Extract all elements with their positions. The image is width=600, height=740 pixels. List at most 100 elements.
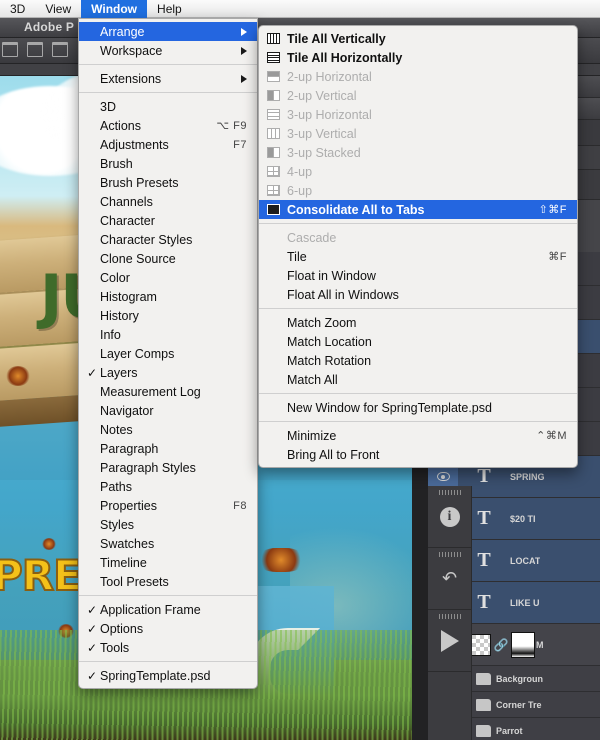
info-tool[interactable]: i xyxy=(428,486,471,548)
menu-item-history[interactable]: History xyxy=(79,306,257,325)
menu-item-label: Consolidate All to Tabs xyxy=(287,202,425,217)
menu-item-extensions[interactable]: Extensions xyxy=(79,69,257,88)
align-center-icon[interactable] xyxy=(27,42,43,57)
menu-item-label: Paragraph Styles xyxy=(100,460,196,475)
timeline-play-tool[interactable] xyxy=(428,610,471,672)
menu-item-spring-template[interactable]: ✓ SpringTemplate.psd xyxy=(79,666,257,685)
menu-item-label: Character xyxy=(100,213,155,228)
tile-vertical-icon xyxy=(267,33,280,44)
menu-item-label: Channels xyxy=(100,194,153,209)
menu-item-label: Match All xyxy=(287,372,338,387)
history-tool[interactable]: ↶ xyxy=(428,548,471,610)
menu-item-2up-horizontal[interactable]: 2-up Horizontal xyxy=(259,67,577,86)
menu-item-layers[interactable]: ✓ Layers xyxy=(79,363,257,382)
menu-item-match-location[interactable]: Match Location xyxy=(259,332,577,351)
menu-item-cascade[interactable]: Cascade xyxy=(259,228,577,247)
menu-item-tool-presets[interactable]: Tool Presets xyxy=(79,572,257,591)
menu-item-label: Extensions xyxy=(100,71,162,86)
menu-item-histogram[interactable]: Histogram xyxy=(79,287,257,306)
menu-item-label: Cascade xyxy=(287,230,337,245)
menu-item-float-all-in-windows[interactable]: Float All in Windows xyxy=(259,285,577,304)
menu-item-tools[interactable]: ✓ Tools xyxy=(79,638,257,657)
menu-item-label: Tools xyxy=(100,640,130,655)
menu-item-6up[interactable]: 6-up xyxy=(259,181,577,200)
menu-item-label: Tile xyxy=(287,249,307,264)
menu-item-3up-stacked[interactable]: 3-up Stacked xyxy=(259,143,577,162)
icon-slot xyxy=(267,449,280,460)
menu-item-label: Float in Window xyxy=(287,268,376,283)
menu-item-match-all[interactable]: Match All xyxy=(259,370,577,389)
menu-item-tile[interactable]: Tile ⌘F xyxy=(259,247,577,266)
menu-item-minimize[interactable]: Minimize ⌃⌘M xyxy=(259,426,577,445)
menu-item-options[interactable]: ✓ Options xyxy=(79,619,257,638)
menu-item-label: Color xyxy=(100,270,130,285)
menu-item-clone-source[interactable]: Clone Source xyxy=(79,249,257,268)
menu-item-paths[interactable]: Paths xyxy=(79,477,257,496)
menu-item-layer-comps[interactable]: Layer Comps xyxy=(79,344,257,363)
menu-item-3up-horizontal[interactable]: 3-up Horizontal xyxy=(259,105,577,124)
checkmark-icon: ✓ xyxy=(87,668,98,683)
menu-item-tile-all-horizontally[interactable]: Tile All Horizontally xyxy=(259,48,577,67)
menu-item-workspace[interactable]: Workspace xyxy=(79,41,257,60)
menubar-item-window[interactable]: Window xyxy=(81,0,148,18)
menu-item-application-frame[interactable]: ✓ Application Frame xyxy=(79,600,257,619)
menu-item-float-in-window[interactable]: Float in Window xyxy=(259,266,577,285)
menu-item-label: Notes xyxy=(100,422,133,437)
icon-slot xyxy=(267,317,280,328)
drag-grip-icon[interactable] xyxy=(438,552,461,557)
drag-grip-icon[interactable] xyxy=(438,490,461,495)
menu-item-properties[interactable]: Properties F8 xyxy=(79,496,257,515)
layer-name: Backgroun xyxy=(496,673,544,684)
menu-item-label: Options xyxy=(100,621,144,636)
menu-item-label: Measurement Log xyxy=(100,384,201,399)
icon-slot xyxy=(267,336,280,347)
menu-item-shortcut: ⇧⌘F xyxy=(538,204,567,216)
menu-item-2up-vertical[interactable]: 2-up Vertical xyxy=(259,86,577,105)
menu-item-label: History xyxy=(100,308,139,323)
checkmark-icon: ✓ xyxy=(87,365,98,380)
menu-item-paragraph-styles[interactable]: Paragraph Styles xyxy=(79,458,257,477)
four-up-icon xyxy=(267,166,280,177)
menu-item-tile-all-vertically[interactable]: Tile All Vertically xyxy=(259,29,577,48)
menu-item-character[interactable]: Character xyxy=(79,211,257,230)
menu-item-bring-all-to-front[interactable]: Bring All to Front xyxy=(259,445,577,464)
layer-name: SPRING xyxy=(510,471,545,482)
menu-item-match-rotation[interactable]: Match Rotation xyxy=(259,351,577,370)
window-menu: Arrange Workspace Extensions 3D Actions … xyxy=(78,18,258,689)
menu-item-brush[interactable]: Brush xyxy=(79,154,257,173)
menu-item-character-styles[interactable]: Character Styles xyxy=(79,230,257,249)
menubar-item-3d[interactable]: 3D xyxy=(0,0,35,18)
menu-item-new-window[interactable]: New Window for SpringTemplate.psd xyxy=(259,398,577,417)
icon-slot xyxy=(267,251,280,262)
menubar-item-help[interactable]: Help xyxy=(147,0,192,18)
menu-item-3d[interactable]: 3D xyxy=(79,97,257,116)
menu-item-match-zoom[interactable]: Match Zoom xyxy=(259,313,577,332)
two-up-vertical-icon xyxy=(267,90,280,101)
link-icon[interactable]: 🔗 xyxy=(494,638,509,652)
menu-item-navigator[interactable]: Navigator xyxy=(79,401,257,420)
menu-item-3up-vertical[interactable]: 3-up Vertical xyxy=(259,124,577,143)
menu-item-swatches[interactable]: Swatches xyxy=(79,534,257,553)
menu-item-info[interactable]: Info xyxy=(79,325,257,344)
menu-item-actions[interactable]: Actions ⌥ F9 xyxy=(79,116,257,135)
menu-item-styles[interactable]: Styles xyxy=(79,515,257,534)
align-right-icon[interactable] xyxy=(52,42,68,57)
drag-grip-icon[interactable] xyxy=(438,614,461,619)
menubar-item-view[interactable]: View xyxy=(35,0,81,18)
menu-item-shortcut: F7 xyxy=(233,138,247,151)
menu-separator xyxy=(259,308,577,309)
menu-item-brush-presets[interactable]: Brush Presets xyxy=(79,173,257,192)
menu-item-notes[interactable]: Notes xyxy=(79,420,257,439)
menu-item-adjustments[interactable]: Adjustments F7 xyxy=(79,135,257,154)
menu-item-measurement-log[interactable]: Measurement Log xyxy=(79,382,257,401)
menu-item-label: Minimize xyxy=(287,428,337,443)
menu-item-color[interactable]: Color xyxy=(79,268,257,287)
menu-item-paragraph[interactable]: Paragraph xyxy=(79,439,257,458)
align-left-icon[interactable] xyxy=(2,42,18,57)
menu-item-channels[interactable]: Channels xyxy=(79,192,257,211)
menu-item-label: Timeline xyxy=(100,555,147,570)
menu-item-consolidate-all-to-tabs[interactable]: Consolidate All to Tabs ⇧⌘F xyxy=(259,200,577,219)
menu-item-arrange[interactable]: Arrange xyxy=(79,22,257,41)
menu-item-timeline[interactable]: Timeline xyxy=(79,553,257,572)
menu-item-4up[interactable]: 4-up xyxy=(259,162,577,181)
